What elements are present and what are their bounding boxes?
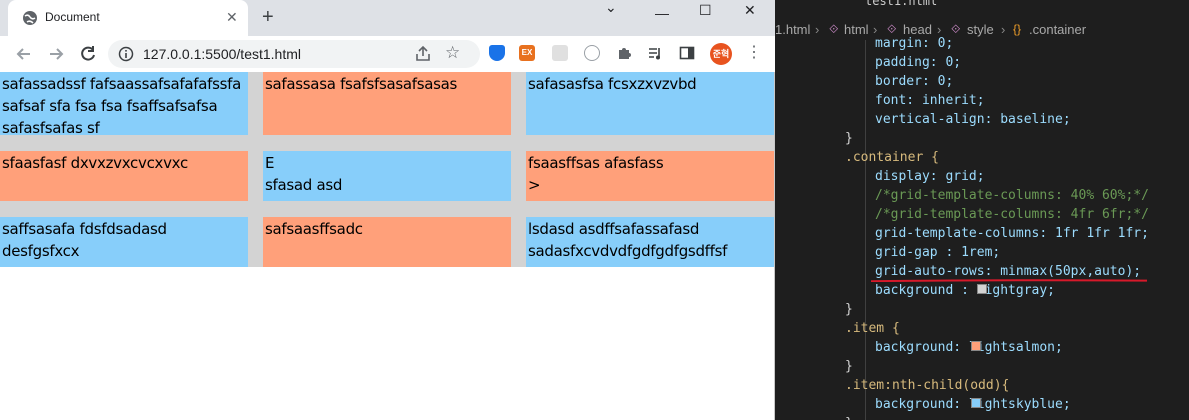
code-line-2: padding: 0; bbox=[875, 55, 962, 70]
code-area[interactable]: margin: 0; padding: 0; border: 0; font: … bbox=[835, 36, 1189, 420]
code-line-10: /*grid-template-columns: 4fr 6fr;*/ bbox=[875, 207, 1149, 222]
editor-tab[interactable]: test1.html bbox=[865, 0, 937, 8]
grid-item-8: safsaasffsadc bbox=[263, 217, 511, 267]
code-editor: test1.html 1.html › ⟐ html › ⟐ head › ⟐ … bbox=[775, 0, 1189, 420]
code-line-1: margin: 0; bbox=[875, 36, 954, 51]
reload-icon[interactable] bbox=[78, 44, 98, 64]
code-line-12: grid-gap : 1rem; bbox=[875, 245, 1001, 260]
code-line-16: .item { bbox=[845, 321, 900, 336]
code-line-11: grid-template-columns: 1fr 1fr 1fr; bbox=[875, 226, 1149, 241]
forward-icon[interactable] bbox=[46, 44, 66, 64]
red-underline-annotation bbox=[871, 279, 1147, 282]
code-line-4: font: inherit; bbox=[875, 93, 985, 108]
breadcrumb-container[interactable]: .container bbox=[1029, 22, 1086, 37]
color-swatch-lightgray[interactable] bbox=[977, 284, 987, 294]
html-tag-icon: ⟐ bbox=[829, 22, 839, 36]
grid-item-3: safasasfsa fcsxzxvzvbd bbox=[526, 72, 774, 135]
tab-document[interactable]: Document ✕ bbox=[8, 0, 248, 36]
code-line-3: border: 0; bbox=[875, 74, 954, 89]
puzzle-icon[interactable] bbox=[616, 45, 632, 61]
avatar[interactable]: 준혁 bbox=[710, 43, 732, 65]
color-swatch-lightskyblue[interactable] bbox=[971, 398, 981, 408]
address-bar[interactable]: 127.0.0.1:5500/test1.html ☆ bbox=[108, 40, 480, 68]
grid-container: safassadssf fafsaassafsafafafssfa safsaf… bbox=[0, 72, 774, 267]
chevron-right-icon: › bbox=[1001, 22, 1006, 37]
browser-window: Document ✕ + ⌄ — ☐ ✕ 127.0.0.1:5500/test… bbox=[0, 0, 775, 420]
breadcrumb: 1.html › ⟐ html › ⟐ head › ⟐ style › {} … bbox=[775, 18, 1189, 40]
close-window-icon[interactable]: ✕ bbox=[744, 3, 756, 17]
tab-title: Document bbox=[45, 10, 100, 24]
color-swatch-lightsalmon[interactable] bbox=[971, 341, 981, 351]
code-line-15: } bbox=[845, 302, 853, 317]
code-line-18: } bbox=[845, 359, 853, 374]
media-icon[interactable] bbox=[647, 45, 663, 61]
code-line-17: background: lightsalmon; bbox=[875, 340, 1063, 355]
grid-item-2: safassasa fsafsfsasafsasas bbox=[263, 72, 511, 135]
circle-extension-icon[interactable] bbox=[584, 45, 600, 61]
page-viewport: safassadssf fafsaassafsafafafssfa safsaf… bbox=[0, 72, 774, 420]
code-line-8: display: grid; bbox=[875, 169, 985, 184]
selector-icon: {} bbox=[1013, 22, 1022, 36]
side-panel-icon[interactable] bbox=[679, 45, 695, 61]
grid-item-4: sfaasfasf dxvxzvxcvcxvxc bbox=[0, 151, 248, 201]
chevron-down-icon[interactable]: ⌄ bbox=[605, 0, 617, 14]
grid-item-5: E sfasad asd bbox=[263, 151, 511, 201]
breadcrumb-style[interactable]: style bbox=[967, 22, 994, 37]
grid-item-1: safassadssf fafsaassafsafafafssfa safsaf… bbox=[0, 72, 248, 137]
new-tab-icon[interactable]: + bbox=[262, 6, 274, 28]
share-icon[interactable] bbox=[414, 45, 432, 63]
code-line-19: .item:nth-child(odd){ bbox=[845, 378, 1010, 393]
site-info-icon[interactable] bbox=[118, 46, 134, 62]
code-line-14: background : lightgray; bbox=[875, 283, 1056, 298]
shield-extension-icon[interactable] bbox=[489, 45, 505, 61]
tab-strip: Document ✕ + ⌄ — ☐ ✕ bbox=[0, 0, 775, 36]
code-line-9: /*grid-template-columns: 40% 60%;*/ bbox=[875, 188, 1149, 203]
grid-extension-icon[interactable] bbox=[552, 45, 568, 61]
code-line-6: } bbox=[845, 131, 853, 146]
close-tab-icon[interactable]: ✕ bbox=[226, 10, 238, 24]
grid-item-9: lsdasd asdffsafassafasd sadasfxcvdvdfgdf… bbox=[526, 217, 774, 267]
maximize-icon[interactable]: ☐ bbox=[699, 3, 712, 17]
breadcrumb-html[interactable]: html bbox=[844, 22, 869, 37]
minimize-icon[interactable]: — bbox=[655, 6, 669, 20]
back-icon[interactable] bbox=[14, 44, 34, 64]
code-line-5: vertical-align: baseline; bbox=[875, 112, 1071, 127]
editor-gutter bbox=[775, 40, 815, 420]
code-line-21: } bbox=[845, 414, 853, 420]
globe-icon bbox=[23, 11, 37, 25]
grid-item-6: fsaasffsas afasfass > bbox=[526, 151, 774, 201]
bookmark-star-icon[interactable]: ☆ bbox=[445, 44, 460, 62]
menu-kebab-icon[interactable]: ⋮ bbox=[746, 44, 762, 62]
ex-extension-icon[interactable]: EX bbox=[519, 45, 535, 61]
url-text[interactable]: 127.0.0.1:5500/test1.html bbox=[143, 46, 301, 62]
grid-item-7: saffsasafa fdsfdsadasd desfgsfxcx bbox=[0, 217, 248, 267]
code-line-7: .container { bbox=[845, 150, 939, 165]
chevron-right-icon: › bbox=[815, 22, 820, 37]
breadcrumb-file[interactable]: 1.html bbox=[775, 22, 810, 37]
